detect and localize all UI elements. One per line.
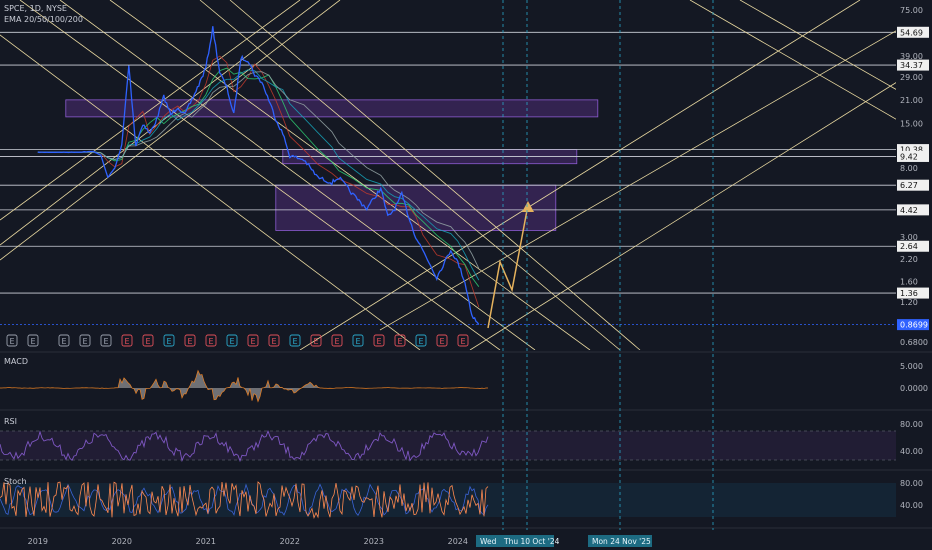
time-tick-3: 2022 — [280, 537, 300, 546]
price-tick-19: 0.6800 — [900, 338, 928, 347]
earnings-marker-label-5: E — [124, 337, 129, 346]
price-tick-8: 9.42 — [900, 152, 918, 161]
indicator-legend: EMA 20/50/100/200 — [4, 15, 83, 24]
earnings-marker-label-17: E — [376, 337, 381, 346]
price-tick-11: 4.42 — [900, 206, 918, 215]
macd-title: MACD — [4, 357, 28, 366]
price-tick-4: 29.00 — [900, 73, 923, 82]
price-tick-3: 34.37 — [900, 61, 923, 70]
earnings-marker-label-3: E — [82, 337, 87, 346]
stoch-tick-0: 80.00 — [900, 479, 923, 488]
price-tick-6: 15.00 — [900, 120, 923, 129]
price-tick-15: 1.60 — [900, 278, 918, 287]
rsi-band — [0, 431, 896, 460]
price-tick-13: 2.64 — [900, 242, 918, 251]
price-tick-1: 54.69 — [900, 28, 923, 37]
trend-line-desc-0 — [59, 0, 536, 350]
trend-line-desc-6 — [689, 0, 896, 120]
earnings-marker-label-20: E — [439, 337, 444, 346]
time-tick-2: 2021 — [196, 537, 216, 546]
earnings-marker-label-18: E — [397, 337, 402, 346]
trend-line-desc-3 — [229, 0, 641, 350]
earnings-marker-label-2: E — [61, 337, 66, 346]
time-marker-label-1: Thu 10 Oct '24 — [503, 537, 560, 546]
time-tick-0: 2019 — [28, 537, 48, 546]
time-tick-5: 2024 — [448, 537, 468, 546]
price-tick-5: 21.00 — [900, 96, 923, 105]
zone-0 — [65, 99, 599, 118]
earnings-marker-label-4: E — [103, 337, 108, 346]
earnings-marker-label-13: E — [292, 337, 297, 346]
trend-line-asc-3 — [299, 0, 861, 350]
trend-line-asc-5 — [379, 30, 896, 331]
rsi-tick-1: 40.00 — [900, 447, 923, 456]
earnings-marker-label-1: E — [30, 337, 35, 346]
earnings-marker-label-12: E — [271, 337, 276, 346]
trend-lines — [0, 0, 896, 350]
stoch-tick-1: 40.00 — [900, 501, 923, 510]
time-marker-label-2: Mon 24 Nov '25 — [592, 537, 651, 546]
time-marker-label-0: Wed — [480, 537, 497, 546]
time-tick-1: 2020 — [112, 537, 132, 546]
time-tick-4: 2023 — [364, 537, 384, 546]
earnings-marker-label-15: E — [334, 337, 339, 346]
earnings-marker-label-19: E — [418, 337, 423, 346]
chart-root: E E E E E E E E E E E E E E E E E E E E E E 75.00 54.69 39.00 34.… — [0, 0, 932, 550]
price-tick-14: 2.20 — [900, 255, 918, 264]
macd-histogram — [0, 370, 488, 402]
stoch-band — [0, 483, 896, 517]
earnings-marker-label-0: E — [9, 337, 14, 346]
trend-line-desc-2 — [199, 0, 621, 350]
earnings-marker-label-10: E — [229, 337, 234, 346]
price-tick-0: 75.00 — [900, 6, 923, 15]
earnings-marker-label-7: E — [166, 337, 171, 346]
symbol-title: SPCE, 1D, NYSE — [4, 4, 67, 13]
ema-line-0 — [37, 55, 480, 308]
price-tick-10: 6.27 — [900, 181, 918, 190]
macd-line — [0, 369, 489, 403]
earnings-marker-label-8: E — [187, 337, 192, 346]
price-tick-16: 1.36 — [900, 289, 918, 298]
earnings-marker-label-6: E — [145, 337, 150, 346]
rsi-tick-0: 80.00 — [900, 420, 923, 429]
chart-canvas[interactable]: E E E E E E E E E E E E E E E E E E E E E E75.0054.6939.0034.… — [0, 0, 932, 550]
earnings-marker-label-9: E — [208, 337, 213, 346]
rsi-title: RSI — [4, 417, 17, 426]
price-tick-9: 8.00 — [900, 164, 918, 173]
price-tick-18: 0.8699 — [900, 321, 928, 330]
earnings-marker-label-21: E — [460, 337, 465, 346]
earnings-marker-label-14: E — [313, 337, 318, 346]
earnings-marker-label-11: E — [250, 337, 255, 346]
earnings-marker-label-16: E — [355, 337, 360, 346]
macd-tick-0: 5.000 — [900, 362, 923, 371]
stoch-title: Stoch — [4, 477, 27, 486]
price-tick-17: 1.20 — [900, 298, 918, 307]
zone-2 — [275, 184, 557, 231]
macd-tick-1: 0.0000 — [900, 384, 928, 393]
